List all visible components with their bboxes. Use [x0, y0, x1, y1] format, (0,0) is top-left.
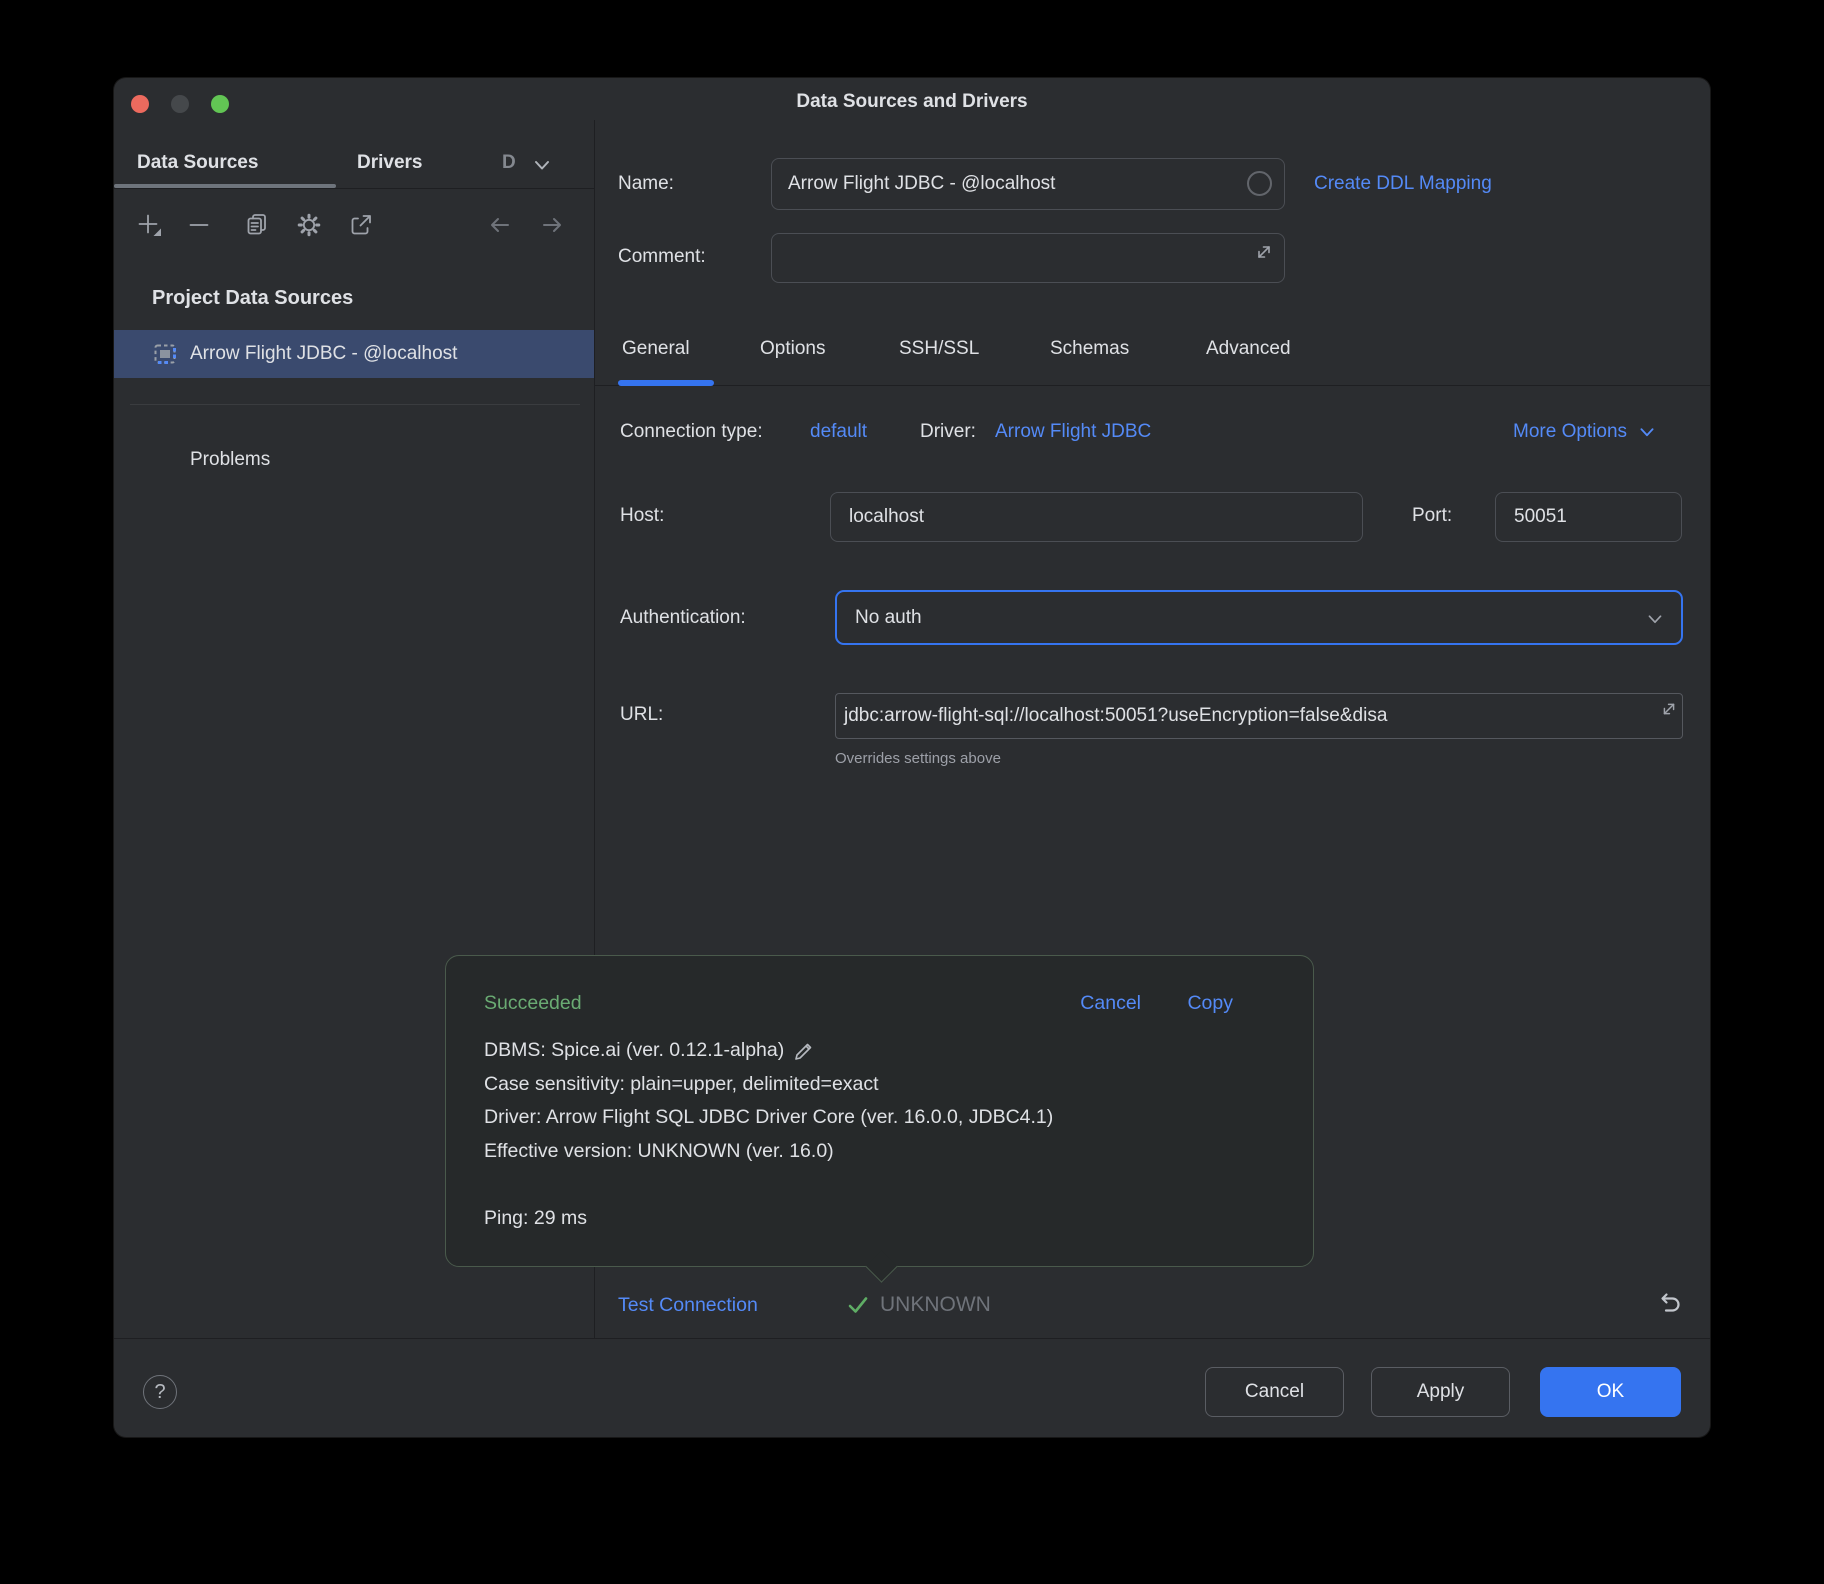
duplicate-icon[interactable]: [244, 212, 270, 238]
tab-overflow-truncated[interactable]: D: [502, 142, 516, 184]
tab-advanced[interactable]: Advanced: [1206, 327, 1291, 371]
name-input[interactable]: Arrow Flight JDBC - @localhost: [771, 158, 1285, 210]
comment-expand-icon[interactable]: [1252, 240, 1276, 264]
connection-type-label: Connection type:: [620, 410, 763, 454]
help-button[interactable]: ?: [143, 1375, 177, 1409]
data-source-list-item-selected[interactable]: Arrow Flight JDBC - @localhost: [114, 330, 594, 378]
comment-label: Comment:: [618, 235, 706, 279]
tab-general[interactable]: General: [622, 327, 690, 371]
back-arrow-icon[interactable]: [487, 212, 513, 238]
url-value: jdbc:arrow-flight-sql://localhost:50051?…: [844, 705, 1387, 727]
host-label: Host:: [620, 494, 664, 538]
driver-label: Driver:: [920, 410, 976, 454]
project-data-sources-header: Project Data Sources: [152, 276, 353, 320]
authentication-select[interactable]: No auth: [835, 590, 1683, 645]
apply-button[interactable]: Apply: [1371, 1367, 1510, 1417]
forward-arrow-icon[interactable]: [539, 212, 565, 238]
popup-line-ping: Ping: 29 ms: [484, 1202, 1284, 1236]
url-hint-text: Overrides settings above: [835, 742, 1001, 774]
cancel-button[interactable]: Cancel: [1205, 1367, 1344, 1417]
sidebar-divider: [130, 404, 580, 405]
settings-gear-icon[interactable]: [296, 212, 322, 238]
url-expand-icon[interactable]: [1658, 698, 1680, 720]
data-sources-dialog: Data Sources and Drivers Data Sources Dr…: [114, 78, 1710, 1437]
url-input[interactable]: jdbc:arrow-flight-sql://localhost:50051?…: [835, 693, 1683, 739]
host-value: localhost: [849, 506, 924, 528]
connection-status-text: UNKNOWN: [880, 1283, 991, 1327]
popup-line-driver: Driver: Arrow Flight SQL JDBC Driver Cor…: [484, 1101, 1284, 1135]
port-label: Port:: [1412, 494, 1452, 538]
remove-data-source-button[interactable]: [186, 212, 212, 238]
authentication-chevron-icon: [1643, 607, 1667, 631]
driver-value-link[interactable]: Arrow Flight JDBC: [995, 410, 1151, 454]
popup-line-dbms: DBMS: Spice.ai (ver. 0.12.1-alpha): [484, 1034, 1284, 1068]
test-connection-link[interactable]: Test Connection: [618, 1283, 758, 1327]
host-input[interactable]: localhost: [830, 492, 1363, 542]
more-options-link[interactable]: More Options: [1513, 410, 1659, 454]
authentication-value: No auth: [855, 607, 922, 629]
popup-copy-link[interactable]: Copy: [1187, 981, 1233, 1025]
tab-ssh-ssl[interactable]: SSH/SSL: [899, 327, 979, 371]
success-checkmark-icon: [845, 1292, 871, 1318]
popup-cancel-link[interactable]: Cancel: [1080, 981, 1141, 1025]
ok-button[interactable]: OK: [1540, 1367, 1681, 1417]
add-data-source-button[interactable]: [136, 212, 162, 238]
create-ddl-mapping-link[interactable]: Create DDL Mapping: [1314, 162, 1492, 206]
comment-input[interactable]: [771, 233, 1285, 283]
name-label: Name:: [618, 162, 674, 206]
rollback-icon[interactable]: [1654, 1290, 1684, 1320]
popup-status-title: Succeeded: [484, 981, 582, 1025]
port-value: 50051: [1514, 506, 1567, 528]
data-source-icon: [152, 341, 178, 367]
data-source-item-label: Arrow Flight JDBC - @localhost: [190, 330, 457, 378]
port-input[interactable]: 50051: [1495, 492, 1682, 542]
authentication-label: Authentication:: [620, 596, 746, 640]
window-title: Data Sources and Drivers: [114, 91, 1710, 113]
sidebar-item-problems[interactable]: Problems: [190, 438, 270, 482]
popup-tail: [865, 1250, 898, 1283]
name-value: Arrow Flight JDBC - @localhost: [788, 173, 1055, 195]
more-options-chevron-icon: [1635, 420, 1659, 444]
tab-drivers[interactable]: Drivers: [357, 142, 423, 184]
tab-options[interactable]: Options: [760, 327, 825, 371]
connection-type-value-link[interactable]: default: [810, 410, 867, 454]
tab-schemas[interactable]: Schemas: [1050, 327, 1129, 371]
open-in-window-icon[interactable]: [348, 212, 374, 238]
tabs-overflow-chevron-icon[interactable]: [529, 152, 555, 178]
name-refresh-spinner-icon: [1247, 171, 1272, 196]
active-tab-indicator: [618, 380, 714, 386]
test-connection-result-popup: Succeeded Cancel Copy DBMS: Spice.ai (ve…: [445, 955, 1314, 1267]
edit-pencil-icon[interactable]: [792, 1039, 816, 1063]
popup-line-case-sensitivity: Case sensitivity: plain=upper, delimited…: [484, 1068, 1284, 1102]
url-label: URL:: [620, 693, 663, 737]
popup-line-effective-version: Effective version: UNKNOWN (ver. 16.0): [484, 1135, 1284, 1169]
tab-data-sources[interactable]: Data Sources: [137, 142, 258, 184]
